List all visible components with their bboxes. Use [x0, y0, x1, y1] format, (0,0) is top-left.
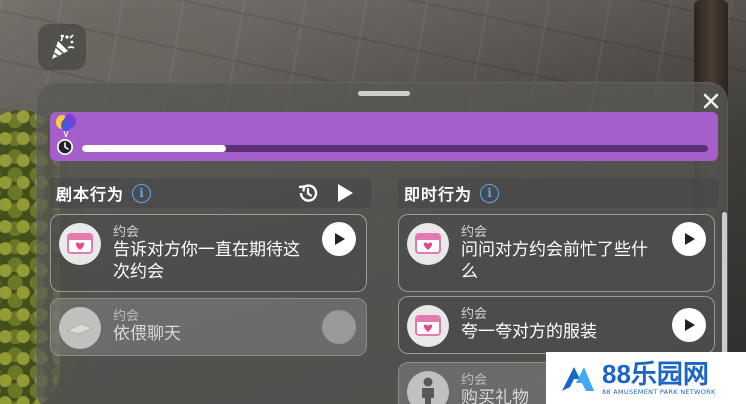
card-action-text: 告诉对方你一直在期待这次约会	[113, 240, 300, 282]
script-actions-title: 剧本行为	[56, 185, 125, 204]
instant-action-card[interactable]: 约会 夸一夸对方的服装	[398, 296, 715, 354]
card-category: 约会	[113, 225, 140, 240]
play-icon	[335, 233, 345, 245]
date-category-avatar	[59, 223, 101, 265]
date-progress-bar	[82, 145, 708, 152]
clock-icon	[57, 139, 73, 155]
watermark-subtitle: 88 AMUSEMENT PARK NETWORK	[602, 388, 716, 396]
play-icon	[685, 233, 695, 245]
close-button[interactable]	[700, 90, 722, 112]
site-logo	[562, 367, 594, 391]
card-category: 约会	[461, 307, 488, 322]
calendar-heart-icon	[415, 233, 441, 254]
date-progress-fill	[82, 145, 226, 152]
card-category: 约会	[461, 373, 488, 388]
date-category-avatar	[407, 305, 449, 347]
script-action-card-disabled[interactable]: 约会 依偎聊天	[50, 298, 367, 356]
close-icon	[703, 93, 719, 109]
party-popper-icon	[52, 34, 75, 59]
info-icon[interactable]: i	[132, 183, 152, 203]
play-icon[interactable]	[334, 182, 356, 204]
play-icon	[335, 321, 345, 333]
script-action-card[interactable]: 约会 告诉对方你一直在期待这次约会	[50, 214, 367, 292]
card-play-button[interactable]	[672, 222, 706, 256]
instant-actions-title: 即时行为	[404, 185, 473, 204]
watermark-title: 88乐园网	[602, 359, 709, 389]
script-actions-header: 剧本行为 i	[50, 178, 371, 208]
date-category-avatar	[407, 223, 449, 265]
play-icon	[685, 319, 695, 331]
panel-drag-handle[interactable]	[358, 91, 410, 96]
cushion-icon	[65, 323, 95, 335]
calendar-heart-icon	[415, 315, 441, 336]
card-play-button[interactable]	[672, 308, 706, 342]
person-icon	[422, 377, 434, 404]
history-icon[interactable]	[296, 181, 320, 205]
card-action-text: 夸一夸对方的服装	[461, 322, 597, 342]
instant-action-card[interactable]: 约会 问问对方约会前忙了些什么	[398, 214, 715, 292]
cuddle-avatar	[59, 307, 101, 349]
party-button[interactable]	[38, 24, 86, 70]
card-action-text: 问问对方约会前忙了些什么	[461, 240, 648, 282]
card-category: 约会	[461, 225, 488, 240]
card-play-button[interactable]	[322, 310, 356, 344]
person-avatar	[407, 371, 449, 404]
instant-actions-header: 即时行为 i	[398, 178, 718, 208]
card-action-text: 依偎聊天	[113, 324, 181, 344]
card-play-button[interactable]	[322, 222, 356, 256]
date-progress-banner	[50, 112, 718, 161]
calendar-heart-icon	[67, 233, 93, 254]
card-category: 约会	[113, 309, 140, 324]
watermark: 88乐园网 88 AMUSEMENT PARK NETWORK	[546, 352, 746, 404]
info-icon[interactable]: i	[480, 183, 500, 203]
balloons-icon	[56, 114, 76, 138]
instant-actions-scrollbar[interactable]	[722, 212, 727, 360]
